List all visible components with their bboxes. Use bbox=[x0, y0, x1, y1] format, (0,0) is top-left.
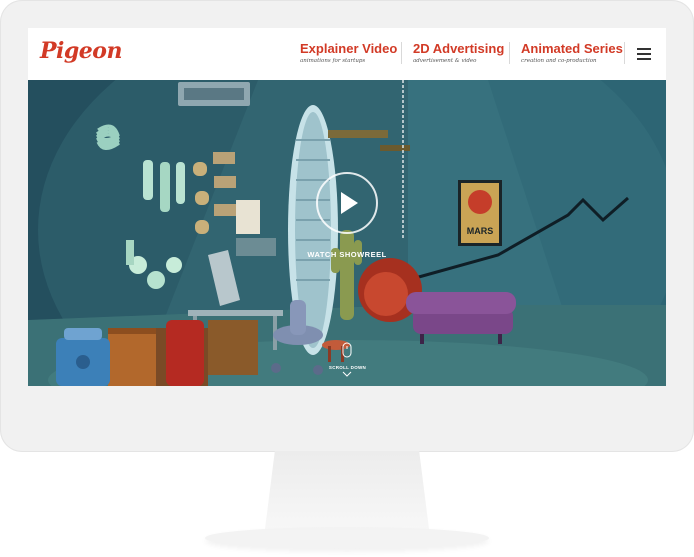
chevron-down-icon[interactable] bbox=[342, 371, 352, 377]
play-icon[interactable] bbox=[318, 174, 376, 232]
nav-divider bbox=[509, 42, 510, 64]
site-header: Pigeon Explainer Video animations for st… bbox=[28, 28, 666, 80]
mouse-icon[interactable] bbox=[341, 342, 353, 360]
scroll-down-label[interactable]: SCROLL DOWN bbox=[320, 365, 375, 370]
nav-divider bbox=[624, 42, 625, 64]
nav-divider bbox=[401, 42, 402, 64]
nav-item-explainer-video[interactable]: Explainer Video animations for startups bbox=[300, 41, 397, 64]
site-logo[interactable]: Pigeon bbox=[40, 38, 122, 64]
monitor-frame: Pigeon Explainer Video animations for st… bbox=[0, 0, 694, 452]
nav-item-subtitle: creation and co-production bbox=[521, 58, 597, 64]
nav-item-animated-series[interactable]: Animated Series creation and co-producti… bbox=[521, 41, 623, 64]
nav-item-subtitle: animations for startups bbox=[300, 58, 366, 64]
hamburger-icon[interactable] bbox=[637, 48, 651, 60]
play-button[interactable] bbox=[316, 172, 378, 234]
monitor-stand-base bbox=[205, 527, 489, 549]
screen: Pigeon Explainer Video animations for st… bbox=[28, 28, 666, 386]
nav-item-title[interactable]: Explainer Video bbox=[300, 41, 397, 56]
nav-item-title[interactable]: 2D Advertising bbox=[413, 41, 504, 56]
watch-showreel-link[interactable]: WATCH SHOWREEL bbox=[292, 250, 402, 259]
nav-item-2d-advertising[interactable]: 2D Advertising advertisement & video bbox=[413, 41, 504, 64]
monitor-stand-neck bbox=[265, 451, 429, 529]
nav-item-title[interactable]: Animated Series bbox=[521, 41, 623, 56]
nav-item-subtitle: advertisement & video bbox=[413, 58, 477, 64]
hero-illustration: MARS WATCH SHOWREEL SCROLL DOWN bbox=[28, 80, 666, 386]
poster-title: MARS bbox=[467, 226, 494, 236]
